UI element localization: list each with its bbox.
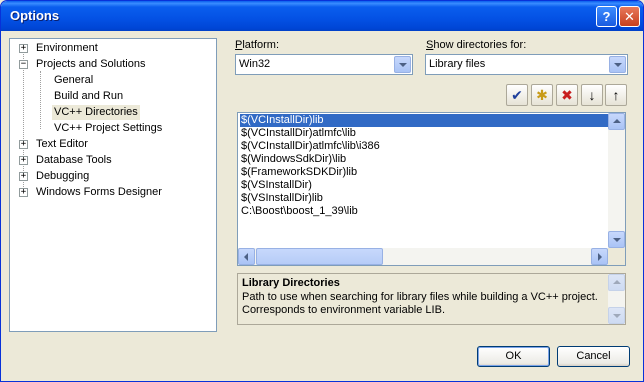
tree-item-general[interactable]: General [10, 73, 210, 88]
tree-item-vc-directories[interactable]: VC++ Directories [10, 105, 210, 120]
tree-item-label[interactable]: Build and Run [52, 89, 125, 104]
tree-item-environment[interactable]: + Environment [10, 41, 210, 56]
platform-select[interactable]: Win32 [235, 54, 413, 75]
horizontal-scrollbar[interactable] [238, 248, 608, 265]
check-icon[interactable]: ✔ [506, 84, 528, 106]
list-item[interactable]: $(VSInstallDir)lib [240, 192, 610, 205]
tree-item-label[interactable]: Environment [34, 41, 100, 56]
tree-item-projects-and-solutions[interactable]: − Projects and Solutions [10, 57, 210, 72]
scroll-up-icon[interactable] [608, 113, 625, 130]
description-text: Path to use when searching for library f… [242, 291, 598, 316]
scroll-down-icon[interactable] [608, 307, 625, 324]
tree-item-label[interactable]: VC++ Project Settings [52, 121, 164, 136]
dialog-title: Options [10, 8, 60, 23]
directory-list[interactable]: $(VCInstallDir)lib $(VCInstallDir)atlmfc… [237, 112, 626, 266]
list-item[interactable]: $(WindowsSdkDir)\lib [240, 153, 610, 166]
list-item[interactable]: $(VSInstallDir) [240, 179, 610, 192]
expand-icon[interactable]: + [19, 172, 28, 181]
category-tree[interactable]: + Environment − Projects and Solutions G… [9, 38, 217, 332]
scroll-corner [608, 248, 625, 265]
vertical-scrollbar[interactable] [608, 113, 625, 248]
tree-item-label[interactable]: VC++ Directories [52, 105, 140, 120]
scroll-right-icon[interactable] [591, 248, 608, 265]
tree-item-build-and-run[interactable]: Build and Run [10, 89, 210, 104]
show-directories-label: Show directories for: [426, 39, 527, 51]
ok-button[interactable]: OK [477, 346, 550, 367]
expand-icon[interactable]: + [19, 156, 28, 165]
description-panel: Library Directories Path to use when sea… [237, 273, 626, 325]
options-dialog: Options ? ✕ + Environment − Projects and… [0, 0, 644, 382]
tree-item-text-editor[interactable]: + Text Editor [10, 137, 210, 152]
tree-item-label[interactable]: General [52, 73, 95, 88]
scrollbar-thumb[interactable] [256, 248, 383, 265]
tree-item-windows-forms-designer[interactable]: + Windows Forms Designer [10, 185, 210, 200]
platform-value: Win32 [239, 58, 271, 70]
chevron-down-icon[interactable] [609, 56, 626, 73]
chevron-down-icon[interactable] [394, 56, 411, 73]
delete-icon[interactable]: ✖ [556, 84, 578, 106]
list-item[interactable]: $(VCInstallDir)lib [240, 114, 610, 127]
move-up-icon[interactable]: ↑ [605, 84, 627, 106]
list-item[interactable]: C:\Boost\boost_1_39\lib [240, 205, 610, 218]
scroll-up-icon[interactable] [608, 274, 625, 291]
tree-item-vc-project-settings[interactable]: VC++ Project Settings [10, 121, 210, 136]
scroll-left-icon[interactable] [238, 248, 255, 265]
expand-icon[interactable]: + [19, 140, 28, 149]
tree-item-label[interactable]: Text Editor [34, 137, 90, 152]
close-button[interactable]: ✕ [619, 6, 640, 27]
move-down-icon[interactable]: ↓ [581, 84, 603, 106]
description-scrollbar[interactable] [608, 274, 625, 324]
show-directories-value: Library files [429, 58, 486, 70]
tree-item-debugging[interactable]: + Debugging [10, 169, 210, 184]
new-folder-icon[interactable]: ✱ [531, 84, 553, 106]
collapse-icon[interactable]: − [19, 60, 28, 69]
tree-item-label[interactable]: Windows Forms Designer [34, 185, 164, 200]
show-directories-select[interactable]: Library files [425, 54, 628, 75]
tree-item-label[interactable]: Database Tools [34, 153, 114, 168]
help-button[interactable]: ? [596, 6, 617, 27]
cancel-button[interactable]: Cancel [557, 346, 630, 367]
list-item[interactable]: $(FrameworkSDKDir)lib [240, 166, 610, 179]
expand-icon[interactable]: + [19, 188, 28, 197]
list-item[interactable]: $(VCInstallDir)atlmfc\lib [240, 127, 610, 140]
tree-item-label[interactable]: Debugging [34, 169, 91, 184]
tree-item-database-tools[interactable]: + Database Tools [10, 153, 210, 168]
tree-item-label[interactable]: Projects and Solutions [34, 57, 147, 72]
scroll-down-icon[interactable] [608, 231, 625, 248]
platform-label: Platform: [235, 39, 280, 51]
expand-icon[interactable]: + [19, 44, 28, 53]
title-bar[interactable]: Options ? ✕ [1, 1, 643, 31]
list-item[interactable]: $(VCInstallDir)atlmfc\lib\i386 [240, 140, 610, 153]
description-title: Library Directories [242, 277, 340, 289]
